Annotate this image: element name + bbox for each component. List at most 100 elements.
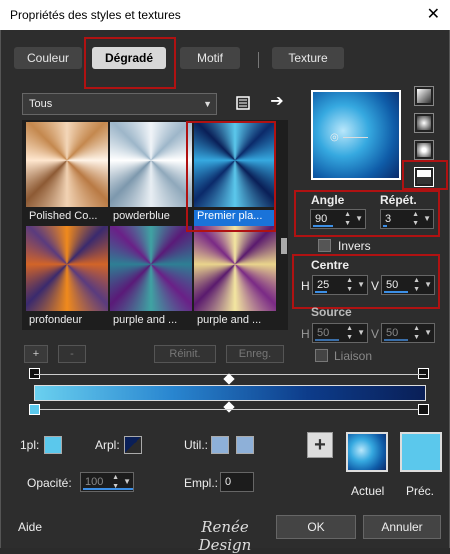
highlight-selected-box	[186, 121, 276, 232]
gallery-item-label: Polished Co...	[29, 210, 98, 222]
gradient-preview[interactable]: ◎	[311, 90, 401, 180]
linear-gradient-icon	[417, 89, 431, 103]
gallery-item[interactable]: profondeur	[26, 226, 108, 331]
gallery-item[interactable]: powderblue	[110, 122, 192, 227]
bottom-stop-left[interactable]	[29, 404, 40, 415]
gallery-scrollbar[interactable]	[280, 120, 288, 330]
gallery-item[interactable]: Polished Co...	[26, 122, 108, 227]
gallery-item-label: profondeur	[29, 314, 83, 326]
remove-gradient-button[interactable]: -	[58, 345, 86, 363]
arrow-right-icon[interactable]: ➔	[268, 93, 286, 111]
logo: Renée Design	[198, 518, 252, 554]
source-h-value: 50	[317, 327, 330, 339]
help-link[interactable]: Aide	[18, 520, 42, 534]
ok-button[interactable]: OK	[276, 515, 356, 539]
background-swatch[interactable]	[124, 436, 142, 454]
increment-icon[interactable]: ▲	[346, 324, 353, 333]
source-v-label: V	[371, 327, 380, 341]
decrement-icon[interactable]: ▼	[412, 219, 419, 228]
rectangular-gradient-button[interactable]	[414, 140, 434, 160]
angle-progress	[313, 225, 333, 227]
gallery-item-label: purple and ...	[113, 314, 178, 326]
gradient-thumbnail	[110, 122, 192, 207]
user-label: Util.:	[184, 438, 208, 452]
scrollbar-thumb[interactable]	[281, 238, 287, 254]
gallery-item-label: powderblue	[113, 210, 170, 222]
tab-motif[interactable]: Motif	[180, 47, 240, 69]
linear-gradient-button[interactable]	[414, 86, 434, 106]
link-checkbox[interactable]	[315, 349, 328, 362]
tab-couleur[interactable]: Couleur	[14, 47, 82, 69]
source-v-input[interactable]: 50 ▲ ▼ ▼	[381, 323, 435, 343]
gallery-item[interactable]: purple and ...	[194, 226, 276, 331]
previous-preview[interactable]	[400, 432, 442, 472]
chevron-down-icon[interactable]: ▼	[355, 210, 363, 228]
window-title: Propriétés des styles et textures	[10, 8, 181, 22]
library-browse-icon[interactable]	[234, 95, 252, 113]
decrement-icon[interactable]: ▼	[413, 285, 420, 294]
source-h-input[interactable]: 50 ▲ ▼ ▼	[312, 323, 368, 343]
chevron-down-icon[interactable]: ▼	[424, 324, 432, 342]
decrement-icon[interactable]: ▼	[413, 333, 420, 342]
decrement-icon[interactable]: ▼	[346, 333, 353, 342]
opacity-input[interactable]: 100 ▲ ▼ ▼	[80, 472, 134, 492]
center-h-progress	[315, 291, 327, 293]
center-h-value: 25	[317, 279, 330, 291]
increment-icon[interactable]: ▲	[413, 324, 420, 333]
title-bar: Propriétés des styles et textures ✕	[0, 0, 450, 30]
first-plane-swatch[interactable]	[44, 436, 62, 454]
angle-label: Angle	[311, 193, 345, 207]
save-button[interactable]: Enreg.	[226, 345, 284, 363]
angle-value: 90	[315, 213, 328, 225]
center-handle-icon[interactable]: ◎	[330, 132, 344, 144]
center-v-input[interactable]: 50 ▲ ▼ ▼	[381, 275, 435, 295]
radial-gradient-button[interactable]	[414, 113, 434, 133]
background-label: Arpl:	[95, 438, 120, 452]
chevron-down-icon[interactable]: ▼	[423, 210, 431, 228]
decrement-icon[interactable]: ▼	[346, 285, 353, 294]
gradient-bar[interactable]	[34, 385, 426, 401]
color-stop-line	[34, 409, 426, 410]
invert-label: Invers	[338, 239, 371, 253]
location-input[interactable]: 0	[220, 472, 254, 492]
add-gradient-button[interactable]: +	[24, 345, 48, 363]
decrement-icon[interactable]: ▼	[344, 219, 351, 228]
highlight-tab-box	[84, 37, 176, 89]
increment-icon[interactable]: ▲	[344, 210, 351, 219]
angle-line	[343, 137, 368, 138]
bottom-stop-right[interactable]	[418, 404, 429, 415]
user-swatch-2[interactable]	[236, 436, 254, 454]
angle-input[interactable]: 90 ▲ ▼ ▼	[310, 209, 366, 229]
center-h-input[interactable]: 25 ▲ ▼ ▼	[312, 275, 368, 295]
invert-checkbox[interactable]	[318, 239, 331, 252]
library-select[interactable]: Tous ▼	[22, 93, 217, 115]
increment-icon[interactable]: ▲	[346, 276, 353, 285]
center-h-label: H	[301, 279, 310, 293]
reset-button[interactable]: Réinit.	[154, 345, 216, 363]
chevron-down-icon[interactable]: ▼	[357, 324, 365, 342]
user-swatch-1[interactable]	[211, 436, 229, 454]
current-preview	[346, 432, 388, 472]
increment-icon[interactable]: ▲	[412, 210, 419, 219]
repeat-label: Répét.	[380, 193, 417, 207]
add-to-swatches-button[interactable]: +	[307, 432, 333, 458]
increment-icon[interactable]: ▲	[112, 473, 119, 482]
chevron-down-icon: ▼	[203, 99, 212, 109]
link-label: Liaison	[334, 349, 373, 363]
gallery-item-label: purple and ...	[197, 314, 262, 326]
tab-texture[interactable]: Texture	[272, 47, 344, 69]
cancel-button[interactable]: Annuler	[363, 515, 441, 539]
first-plane-label: 1pl:	[20, 438, 40, 452]
center-label: Centre	[311, 258, 350, 272]
chevron-down-icon[interactable]: ▼	[424, 276, 432, 294]
increment-icon[interactable]: ▲	[413, 276, 420, 285]
source-v-value: 50	[386, 327, 399, 339]
chevron-down-icon[interactable]: ▼	[357, 276, 365, 294]
gallery-item[interactable]: purple and ...	[110, 226, 192, 331]
center-v-progress	[384, 291, 408, 293]
tab-separator	[258, 52, 259, 68]
previous-label: Préc.	[406, 484, 435, 498]
rectangular-gradient-icon	[417, 143, 431, 157]
close-icon[interactable]: ✕	[427, 4, 440, 24]
repeat-input[interactable]: 3 ▲ ▼ ▼	[380, 209, 434, 229]
